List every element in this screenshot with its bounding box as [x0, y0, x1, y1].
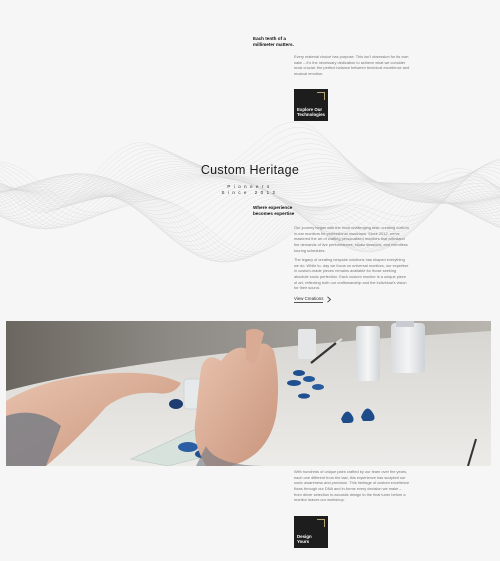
story-paragraph-1: Our journey began with the most challeng… — [294, 225, 409, 253]
chevron-right-icon — [327, 296, 332, 303]
design-yours-button[interactable]: Design Yours — [294, 516, 328, 548]
design-paragraph: With hundreds of unique pairs crafted by… — [294, 469, 410, 503]
tagline: Pioneers Since 2012 — [200, 184, 300, 196]
craft-photo — [6, 321, 491, 466]
explore-technologies-label: Explore Our Technologies — [297, 106, 325, 118]
story-paragraph-2: The legacy of creating bespoke solutions… — [294, 257, 409, 291]
explore-technologies-button[interactable]: Explore Our Technologies — [294, 89, 328, 121]
design-yours-label: Design Yours — [297, 533, 312, 545]
intro-paragraph: Every material choice has purpose. This … — [294, 54, 410, 76]
corner-accent-icon — [317, 92, 325, 100]
story-heading: Where experience becomes expertise — [253, 205, 295, 216]
page-title: Custom Heritage — [200, 163, 300, 177]
view-creations-label: View Creations — [294, 296, 324, 303]
craft-scene-image — [6, 321, 491, 466]
intro-heading: Each tenth of a millimeter matters. — [253, 36, 294, 47]
wave-line — [0, 166, 500, 261]
tagline-line-2: Since 2012 — [221, 189, 279, 195]
view-creations-link[interactable]: View Creations — [294, 296, 332, 303]
corner-accent-icon — [317, 519, 325, 527]
